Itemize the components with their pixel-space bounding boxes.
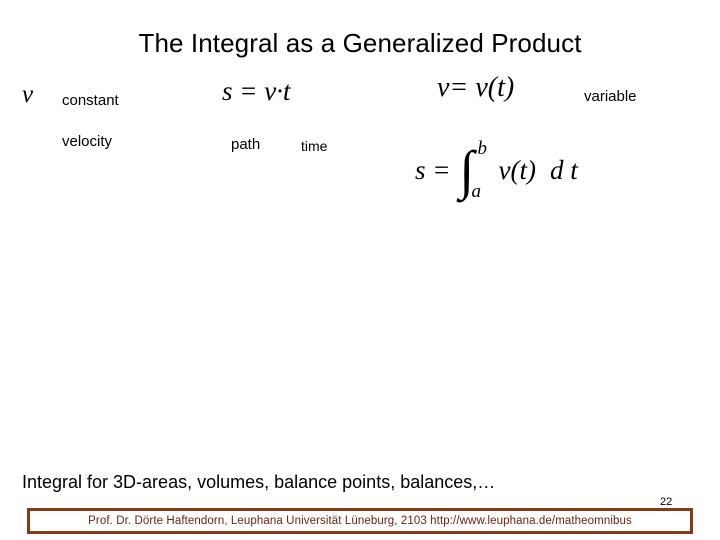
label-time: time [301,138,328,154]
integral-lhs: s = [415,154,451,185]
label-velocity: velocity [62,133,113,150]
variable-velocity-equation: v= v(t) [437,72,515,103]
label-path: path [231,136,261,153]
slide-caption: Integral for 3D-areas, volumes, balance … [22,472,496,492]
integral-equation: s = ∫ b a v(t) d t [415,138,578,202]
velocity-symbol: v [22,81,34,108]
footer-text: Prof. Dr. Dörte Haftendorn, Leuphana Uni… [88,515,632,527]
page-number: 22 [660,496,673,508]
label-variable: variable [584,88,637,105]
slide-canvas: The Integral as a Generalized Product v … [0,0,720,540]
footer-bar: Prof. Dr. Dörte Haftendorn, Leuphana Uni… [27,508,693,534]
differential: d t [549,154,578,185]
integrand: v(t) [498,154,536,185]
label-constant: constant [62,92,119,109]
integral-upper-limit: b [477,138,487,159]
integral-operator: ∫ b a [457,138,491,202]
integral-lower-limit: a [471,181,481,202]
page-title: The Integral as a Generalized Product [138,28,582,58]
product-equation: s = v·t [222,76,291,106]
